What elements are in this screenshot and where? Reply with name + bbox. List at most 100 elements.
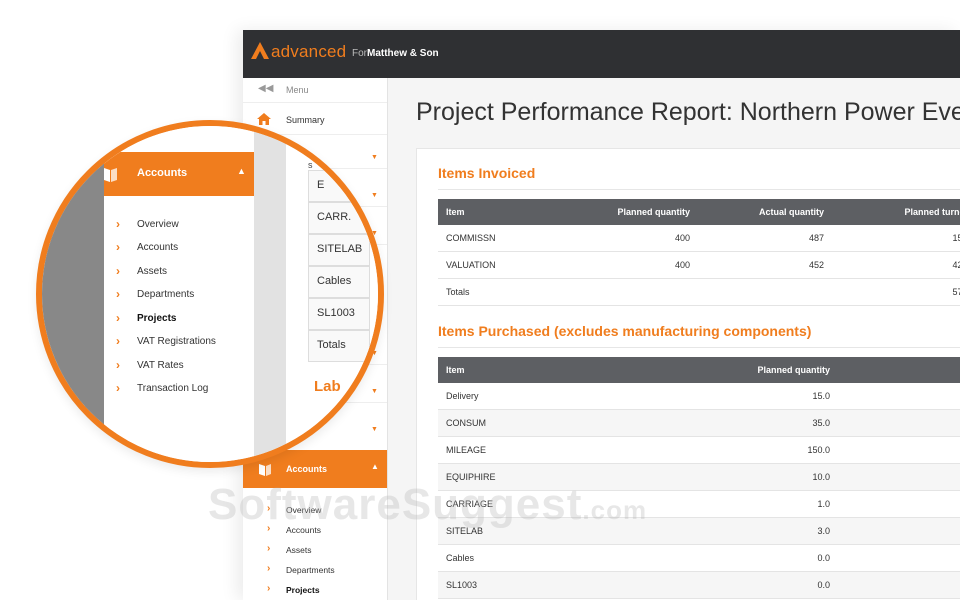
divider (438, 189, 960, 190)
sidebar-item-assets[interactable]: › Assets (243, 540, 387, 560)
table-cell: 487 (698, 225, 832, 252)
menu-toggle[interactable]: ◀◀ Menu (243, 78, 387, 103)
table-row: VALUATION 400 452 42,2 (438, 251, 960, 279)
table-cell: 15.0 (588, 383, 838, 410)
page-title: Project Performance Report: Northern Pow… (416, 98, 960, 126)
collapse-chevrons-icon[interactable]: ◀◀ (258, 83, 273, 94)
magnified-cell: SITELAB (308, 234, 370, 266)
table-row: CONSUM 35.0 (438, 409, 960, 437)
book-icon (104, 168, 117, 182)
sidebar-item-label: Departments (286, 565, 335, 575)
column-header[interactable]: Actual quantity (698, 199, 832, 225)
magnifier-content: Accounts ▲ › Overview › Accounts › Assets ›… (42, 126, 378, 462)
magnified-section-title: Lab (314, 378, 341, 395)
table-cell: Delivery (438, 383, 588, 410)
brand-name: advanced (271, 42, 347, 61)
chevron-right-icon: › (116, 264, 120, 278)
table-cell: COMMISSN (438, 225, 548, 252)
table-cell (548, 278, 698, 306)
column-header[interactable]: Item (438, 199, 548, 225)
sidebar-item-label: Summary (286, 115, 325, 125)
magnified-item-departments[interactable]: › Departments (104, 284, 254, 306)
advanced-logo-icon (251, 42, 269, 59)
report-panel: Items Invoiced Item Planned quantity Act… (416, 148, 960, 600)
table-cell: Cables (438, 544, 588, 572)
magnified-item-projects[interactable]: › Projects (104, 308, 254, 330)
magnified-item-vat-registrations[interactable]: › VAT Registrations (104, 331, 254, 353)
chevron-right-icon: › (116, 217, 120, 231)
table-row: Delivery 15.0 (438, 383, 960, 410)
chevron-up-icon[interactable]: ▲ (237, 166, 246, 176)
sidebar-item-label: VAT Rates (137, 360, 184, 371)
column-header[interactable]: Item (438, 357, 588, 383)
sidebar-item-projects[interactable]: › Projects (243, 580, 387, 600)
table-cell: 0.0 (588, 544, 838, 572)
sidebar-item-departments[interactable]: › Departments (243, 560, 387, 580)
table-cell: 35.0 (588, 409, 838, 437)
client-name[interactable]: Matthew & Son (367, 48, 439, 59)
chevron-up-icon[interactable]: ▲ (371, 462, 379, 471)
column-header (838, 357, 960, 383)
table-cell (698, 278, 832, 306)
magnified-partial-label: s (308, 160, 313, 170)
magnified-scroll-area (254, 126, 286, 462)
table-cell: CONSUM (438, 409, 588, 437)
table-cell: MILEAGE (438, 436, 588, 464)
chevron-right-icon: › (116, 334, 120, 348)
magnifier-callout: Accounts ▲ › Overview › Accounts › Assets ›… (36, 120, 384, 468)
top-bar: advanced For Matthew & Son (243, 30, 960, 78)
table-cell: 150.0 (588, 436, 838, 464)
watermark-suffix: .com (582, 495, 648, 525)
watermark: SoftwareSuggest.com (208, 480, 647, 530)
table-cell: 42,2 (832, 251, 960, 279)
table-cell: 57,2 (832, 278, 960, 306)
table-cell (838, 436, 960, 464)
sidebar-item-label: Assets (286, 545, 312, 555)
chevron-right-icon: › (116, 358, 120, 372)
table-row: COMMISSN 400 487 15,0 (438, 225, 960, 252)
sidebar-item-label: Transaction Log (137, 383, 209, 394)
table-cell: VALUATION (438, 251, 548, 279)
table-row: Totals 57,2 (438, 278, 960, 306)
table-cell (838, 571, 960, 599)
column-header[interactable]: Planned quantity (548, 199, 698, 225)
for-label: For (352, 48, 367, 59)
magnified-sidebar-section-accounts[interactable]: Accounts ▲ (104, 152, 254, 196)
table-row: MILEAGE 150.0 (438, 436, 960, 464)
magnified-cell: CARR. (308, 202, 370, 234)
sidebar-item-label: Accounts (137, 242, 179, 253)
table-cell (838, 517, 960, 545)
magnified-cell: E (308, 170, 370, 202)
section-title-items-invoiced: Items Invoiced (438, 165, 536, 181)
chevron-right-icon: › (267, 543, 271, 554)
magnified-item-accounts[interactable]: › Accounts (104, 237, 254, 259)
magnified-item-assets[interactable]: › Assets (104, 261, 254, 283)
section-title-items-purchased: Items Purchased (excludes manufacturing … (438, 323, 812, 339)
sidebar-item-label: Overview (137, 219, 179, 230)
column-header[interactable]: Planned turnov (832, 199, 960, 225)
book-icon (259, 464, 271, 476)
sidebar-item-label: Projects (137, 313, 177, 324)
section-label: Accounts (286, 464, 328, 474)
magnified-item-transaction-log[interactable]: › Transaction Log (104, 378, 254, 400)
table-cell (838, 544, 960, 572)
chevron-right-icon: › (116, 381, 120, 395)
sidebar-item-label: VAT Registrations (137, 336, 216, 347)
magnified-item-overview[interactable]: › Overview (104, 214, 254, 236)
divider (438, 347, 960, 348)
column-header[interactable]: Planned quantity (588, 357, 838, 383)
items-purchased-table: Item Planned quantity Delivery 15.0 CONSU… (438, 357, 960, 599)
table-cell: 400 (548, 225, 698, 252)
table-cell: Totals (438, 278, 548, 306)
sidebar-item-label: Assets (137, 266, 168, 277)
magnified-background (42, 126, 104, 462)
table-cell (838, 490, 960, 518)
chevron-right-icon: › (267, 583, 271, 594)
table-header-row: Item Planned quantity Actual quantity Pl… (438, 199, 960, 225)
home-icon (257, 113, 271, 125)
watermark-text: SoftwareSuggest (208, 480, 583, 529)
magnified-cell: SL1003 (308, 298, 370, 330)
sidebar-item-label: Projects (286, 585, 320, 595)
magnified-item-vat-rates[interactable]: › VAT Rates (104, 355, 254, 377)
sidebar-item-label: Departments (137, 289, 195, 300)
